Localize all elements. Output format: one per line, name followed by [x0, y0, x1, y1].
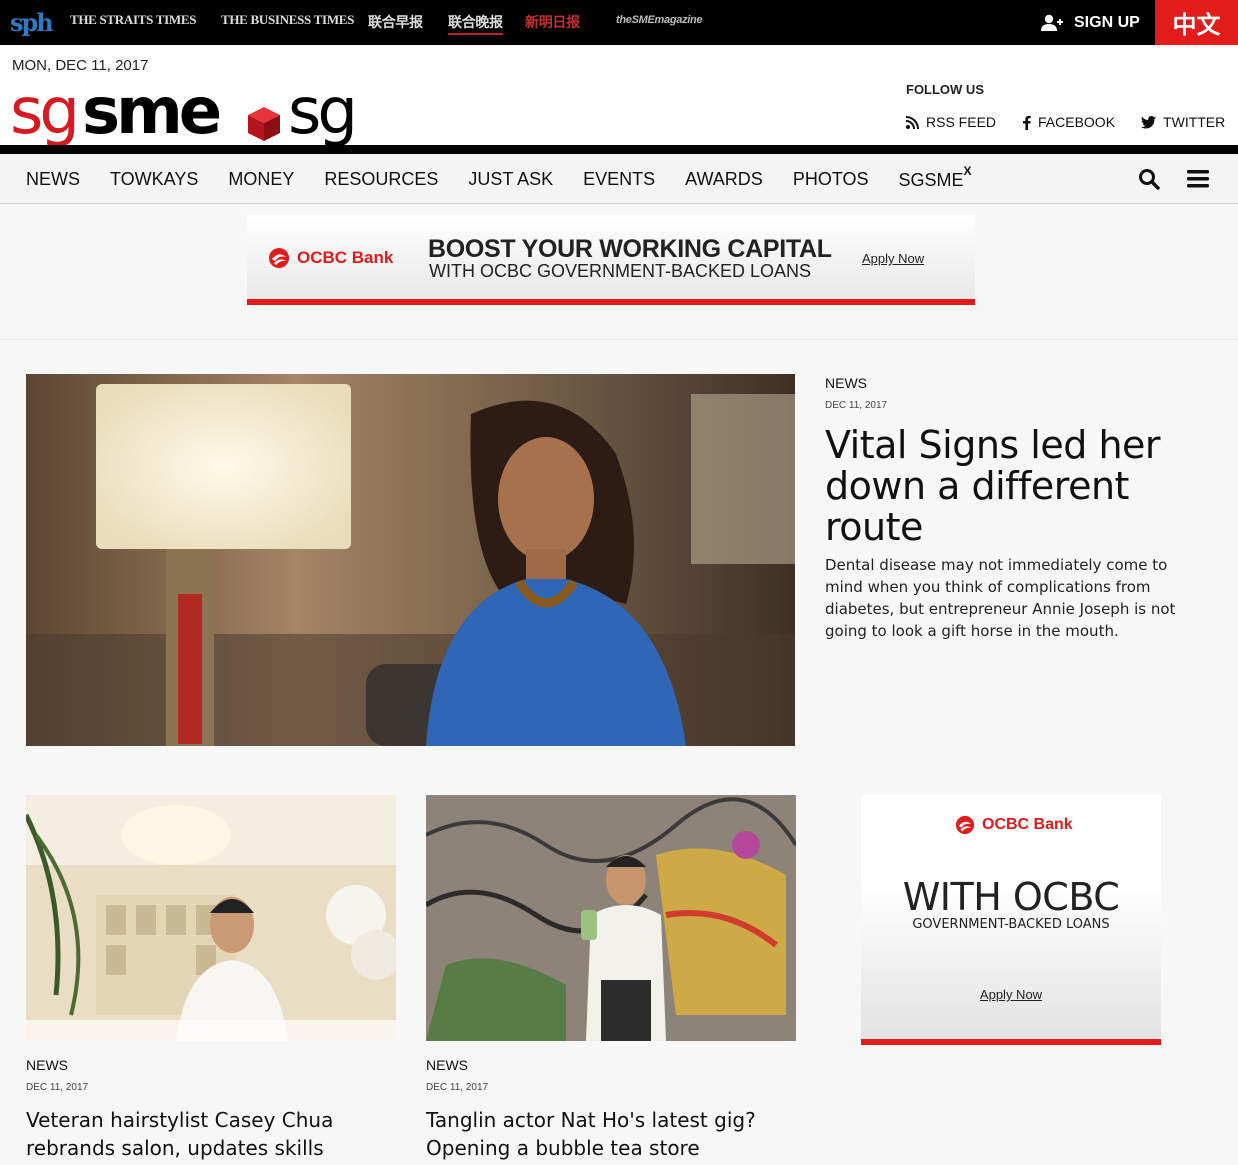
- rss-label: RSS FEED: [926, 114, 997, 130]
- ocbc-side-logo: OCBC Bank: [954, 815, 1073, 835]
- nav-item-photos[interactable]: PHOTOS: [793, 169, 869, 190]
- twitter-icon: [1141, 115, 1157, 129]
- card-photo-1: [26, 795, 396, 1041]
- nav-item-just-ask[interactable]: JUST ASK: [468, 169, 553, 190]
- banner-apply-now-link[interactable]: Apply Now: [862, 251, 924, 266]
- card-image-1[interactable]: [26, 795, 396, 1041]
- twitter-link[interactable]: TWITTER: [1141, 114, 1225, 130]
- side-ad-subheadline: GOVERNMENT-BACKED LOANS: [912, 917, 1110, 932]
- ocbc-side-ad[interactable]: OCBC Bank WITH OCBC GOVERNMENT-BACKED LO…: [861, 795, 1161, 1045]
- ocbc-swirl-icon: [955, 815, 975, 835]
- card-category-2[interactable]: NEWS: [426, 1057, 468, 1073]
- banner-subheadline: WITH OCBC GOVERNMENT-BACKED LOANS: [429, 261, 812, 281]
- rss-icon: [906, 115, 919, 129]
- signup-button[interactable]: SIGN UP: [1040, 0, 1140, 45]
- nav-item-news[interactable]: NEWS: [26, 169, 80, 190]
- section-divider: [0, 339, 1238, 340]
- nav-item-money[interactable]: MONEY: [228, 169, 294, 190]
- card-date-1: DEC 11, 2017: [26, 1082, 89, 1093]
- rss-link[interactable]: RSS FEED: [906, 114, 996, 130]
- search-icon[interactable]: [1138, 168, 1160, 190]
- facebook-icon: [1023, 115, 1031, 130]
- nav-item-awards[interactable]: AWARDS: [685, 169, 763, 190]
- feature-photo: [26, 374, 795, 746]
- add-user-icon: [1041, 14, 1063, 31]
- sph-logo[interactable]: sph: [10, 6, 54, 38]
- svg-text:sg: sg: [10, 75, 76, 147]
- feature-article-image[interactable]: [26, 374, 795, 746]
- svg-text:sg: sg: [288, 75, 354, 147]
- ocbc-bank-name: OCBC Bank: [297, 248, 394, 267]
- card-title-1[interactable]: Veteran hairstylist Casey Chua rebrands …: [26, 1106, 396, 1162]
- link-business-times[interactable]: THE BUSINESS TIMES: [221, 12, 354, 28]
- chinese-language-button[interactable]: 中文: [1155, 0, 1238, 45]
- link-wanbao[interactable]: 联合晚报: [448, 12, 503, 35]
- card-category-1[interactable]: NEWS: [26, 1057, 68, 1073]
- nav-icons: [1138, 168, 1210, 190]
- site-header: MON, DEC 11, 2017 sg sme sg FOLLOW US RS…: [0, 45, 1238, 147]
- follow-us-heading: FOLLOW US: [906, 82, 984, 97]
- card-title-2[interactable]: Tanglin actor Nat Ho's latest gig? Openi…: [426, 1106, 796, 1162]
- ocbc-logo: OCBC Bank: [267, 247, 393, 269]
- sgsme-logo[interactable]: sg sme sg: [10, 71, 370, 147]
- banner-headline: BOOST YOUR WORKING CAPITAL: [428, 235, 832, 263]
- feature-category[interactable]: NEWS: [825, 375, 867, 391]
- link-straits-times[interactable]: THE STRAITS TIMES: [70, 12, 196, 28]
- side-ad-headline: WITH OCBC: [902, 875, 1120, 919]
- nav-item-sgsmex-label: SGSME: [898, 169, 964, 190]
- side-ad-apply-now-link[interactable]: Apply Now: [861, 987, 1161, 1002]
- menu-icon[interactable]: [1186, 168, 1210, 190]
- feature-description: Dental disease may not immediately come …: [825, 556, 1176, 640]
- twitter-label: TWITTER: [1163, 114, 1226, 130]
- nav-item-sgsmex[interactable]: SGSMEX: [898, 164, 972, 191]
- nav-item-events[interactable]: EVENTS: [583, 169, 655, 190]
- feature-date: DEC 11, 2017: [825, 400, 888, 411]
- card-image-2[interactable]: [426, 795, 796, 1041]
- ocbc-side-bank-name: OCBC Bank: [982, 816, 1073, 833]
- link-shin-min[interactable]: 新明日报: [525, 12, 580, 32]
- svg-text:sme: sme: [82, 75, 220, 147]
- nav-item-sgsmex-sup: X: [963, 163, 972, 178]
- social-links: RSS FEED FACEBOOK TWITTER: [906, 114, 1225, 130]
- feature-title[interactable]: Vital Signs led her down a different rou…: [825, 425, 1205, 548]
- card-photo-2: [426, 795, 796, 1041]
- nav-item-resources[interactable]: RESOURCES: [324, 169, 438, 190]
- main-nav: NEWS TOWKAYS MONEY RESOURCES JUST ASK EV…: [0, 154, 1238, 204]
- sph-logo-text: sph: [10, 8, 54, 37]
- ocbc-banner-ad[interactable]: OCBC Bank BOOST YOUR WORKING CAPITAL WIT…: [247, 215, 975, 305]
- ocbc-swirl-icon: [269, 248, 289, 268]
- nav-item-towkays[interactable]: TOWKAYS: [110, 169, 198, 190]
- signup-label: SIGN UP: [1074, 13, 1140, 31]
- nav-items: NEWS TOWKAYS MONEY RESOURCES JUST ASK EV…: [26, 154, 972, 204]
- link-zaobao[interactable]: 联合早报: [368, 12, 423, 32]
- top-bar: sph THE STRAITS TIMES THE BUSINESS TIMES…: [0, 0, 1238, 45]
- card-date-2: DEC 11, 2017: [426, 1082, 489, 1093]
- facebook-label: FACEBOOK: [1038, 114, 1116, 130]
- facebook-link[interactable]: FACEBOOK: [1022, 114, 1115, 130]
- link-sme-magazine[interactable]: theSMEmagazine: [616, 14, 703, 26]
- nav-top-rule: [0, 145, 1238, 154]
